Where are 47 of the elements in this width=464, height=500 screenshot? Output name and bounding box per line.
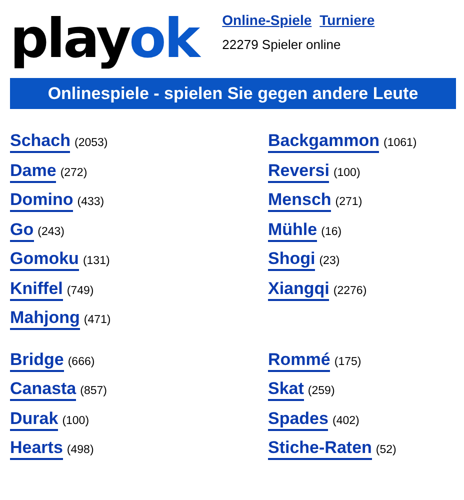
game-link[interactable]: Reversi — [268, 160, 330, 182]
player-count: (749) — [66, 284, 94, 298]
player-count: (857) — [80, 384, 107, 399]
game-link[interactable]: Mahjong — [10, 308, 80, 330]
game-link[interactable]: Bridge — [10, 350, 64, 372]
game-link[interactable]: Durak — [10, 408, 58, 430]
player-count: (52) — [376, 443, 396, 458]
player-count: (433) — [77, 195, 104, 210]
player-count: (243) — [38, 224, 64, 240]
game-link[interactable]: Dame — [10, 160, 56, 182]
player-count: (100) — [333, 166, 360, 180]
game-link[interactable]: Kniffel — [10, 278, 63, 300]
game-link[interactable]: Mühle — [268, 220, 318, 242]
game-link[interactable]: Spades — [268, 408, 328, 430]
player-count: (131) — [82, 254, 110, 269]
game-link[interactable]: Skat — [268, 379, 304, 401]
game-link[interactable]: Gomoku — [10, 249, 79, 271]
player-count: (1061) — [383, 136, 417, 151]
game-link[interactable]: Schach — [10, 131, 70, 153]
game-link[interactable]: Backgammon — [268, 131, 380, 153]
player-count: (259) — [308, 384, 335, 399]
player-count: (175) — [334, 354, 362, 370]
game-link[interactable]: Hearts — [10, 438, 63, 460]
banner: Onlinespiele - spielen Sie gegen andere Leute — [10, 78, 456, 109]
player-count: (272) — [60, 166, 88, 180]
player-count: (271) — [335, 195, 362, 210]
game-link[interactable]: Shogi — [268, 249, 316, 271]
player-count: (2053) — [74, 136, 108, 151]
game-link[interactable]: Stiche-Raten — [268, 438, 372, 460]
player-count: (23) — [319, 254, 340, 269]
game-link[interactable]: Rommé — [268, 350, 330, 372]
nav-link[interactable]: Turniere — [320, 10, 375, 31]
nav-link[interactable]: Online-Spiele — [222, 10, 312, 31]
player-count: (498) — [66, 443, 94, 458]
player-count: (2276) — [333, 284, 367, 298]
logo[interactable]: playok — [10, 6, 198, 72]
player-count: (471) — [84, 313, 111, 328]
player-count: (402) — [332, 414, 360, 428]
game-link[interactable]: Xiangqi — [268, 278, 330, 300]
game-link[interactable]: Canasta — [10, 379, 76, 401]
game-link[interactable]: Go — [10, 220, 34, 242]
game-link[interactable]: Domino — [10, 190, 74, 212]
player-count: (100) — [62, 414, 90, 428]
online-count: 22279 Spieler online — [222, 36, 342, 54]
player-count: (16) — [321, 224, 342, 240]
player-count: (666) — [68, 354, 95, 370]
game-link[interactable]: Mensch — [268, 190, 332, 212]
